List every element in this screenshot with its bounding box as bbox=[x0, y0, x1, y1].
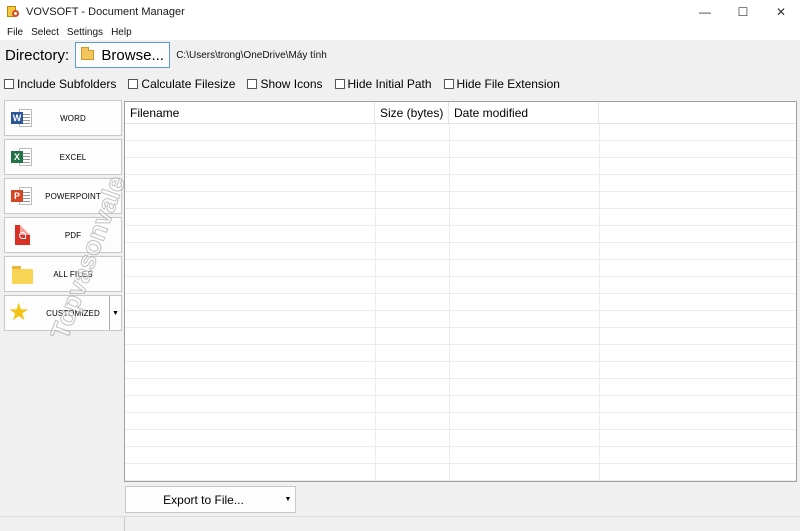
title-bar: VOVSOFT - Document Manager — ☐ ✕ bbox=[0, 0, 800, 24]
menu-select[interactable]: Select bbox=[27, 27, 63, 38]
checkbox-box[interactable] bbox=[247, 79, 258, 89]
grid-header: Filename Size (bytes) Date modified bbox=[125, 102, 796, 124]
options-row: Include Subfolders Calculate Filesize Sh… bbox=[0, 74, 800, 94]
status-divider bbox=[124, 517, 125, 531]
menu-help[interactable]: Help bbox=[107, 27, 136, 38]
column-header-size[interactable]: Size (bytes) bbox=[375, 102, 449, 124]
watermark: Topvasonvale bbox=[40, 110, 132, 343]
app-icon bbox=[6, 5, 20, 19]
checkbox-label: Hide Initial Path bbox=[347, 77, 432, 91]
directory-label: Directory: bbox=[5, 46, 70, 64]
browse-button[interactable]: Browse... bbox=[75, 42, 171, 68]
column-divider bbox=[375, 124, 376, 481]
checkbox-box[interactable] bbox=[128, 79, 139, 89]
chevron-down-icon[interactable]: ▼ bbox=[281, 496, 295, 503]
close-button[interactable]: ✕ bbox=[762, 0, 800, 24]
excel-icon: X bbox=[11, 146, 33, 168]
pdf-icon bbox=[11, 224, 33, 246]
export-button-label: Export to File... bbox=[163, 492, 244, 507]
file-list-grid[interactable]: Filename Size (bytes) Date modified bbox=[124, 101, 797, 482]
folder-open-icon bbox=[81, 47, 95, 60]
powerpoint-icon: P bbox=[11, 185, 33, 207]
menu-bar: File Select Settings Help bbox=[0, 24, 800, 40]
star-icon: ★ bbox=[8, 299, 30, 326]
directory-path: C:\Users\trong\OneDrive\Máy tính bbox=[176, 49, 327, 61]
menu-file[interactable]: File bbox=[3, 27, 27, 38]
menu-settings[interactable]: Settings bbox=[63, 27, 107, 38]
column-header-filename[interactable]: Filename bbox=[125, 102, 375, 124]
window-title: VOVSOFT - Document Manager bbox=[26, 6, 185, 18]
checkbox-label: Show Icons bbox=[260, 77, 323, 91]
hide-initial-path-checkbox[interactable]: Hide Initial Path bbox=[334, 77, 432, 91]
status-bar bbox=[0, 516, 800, 531]
folder-icon bbox=[11, 263, 33, 285]
browse-button-label: Browse... bbox=[101, 46, 164, 64]
maximize-button[interactable]: ☐ bbox=[724, 0, 762, 24]
checkbox-label: Include Subfolders bbox=[17, 77, 117, 91]
checkbox-box[interactable] bbox=[443, 79, 454, 89]
word-icon: W bbox=[11, 107, 33, 129]
minimize-button[interactable]: — bbox=[686, 0, 724, 24]
column-header-date-modified[interactable]: Date modified bbox=[449, 102, 599, 124]
checkbox-label: Hide File Extension bbox=[456, 77, 560, 91]
calculate-filesize-checkbox[interactable]: Calculate Filesize bbox=[128, 77, 235, 91]
checkbox-box[interactable] bbox=[334, 79, 345, 89]
grid-body[interactable] bbox=[125, 124, 796, 481]
window-controls: — ☐ ✕ bbox=[686, 0, 800, 24]
checkbox-box[interactable] bbox=[4, 79, 14, 89]
include-subfolders-checkbox[interactable]: Include Subfolders bbox=[4, 77, 116, 91]
column-divider bbox=[449, 124, 450, 481]
checkbox-label: Calculate Filesize bbox=[141, 77, 236, 91]
export-to-file-button[interactable]: Export to File... ▼ bbox=[125, 486, 296, 513]
column-divider bbox=[599, 124, 600, 481]
hide-file-extension-checkbox[interactable]: Hide File Extension bbox=[443, 77, 560, 91]
customized-dropdown-arrow[interactable]: ▼ bbox=[109, 296, 121, 330]
show-icons-checkbox[interactable]: Show Icons bbox=[247, 77, 323, 91]
directory-row: Directory: Browse... C:\Users\trong\OneD… bbox=[0, 40, 800, 70]
